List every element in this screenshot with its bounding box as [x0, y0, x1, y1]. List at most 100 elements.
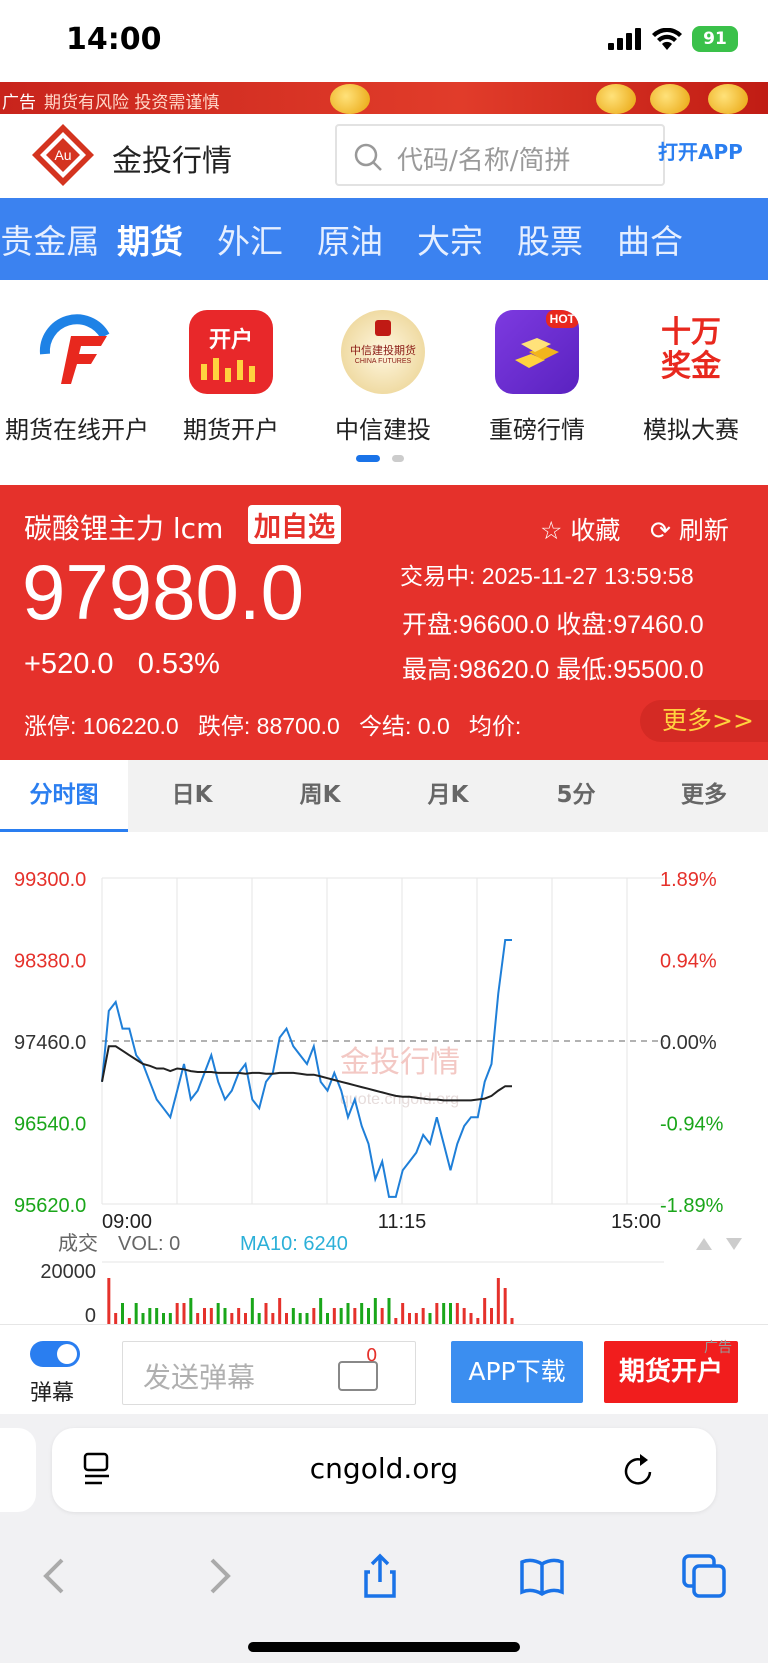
- svg-text:Au: Au: [54, 147, 71, 163]
- category-nav: 贵金属 期货 外汇 原油 大宗 股票 曲合: [0, 198, 768, 280]
- volume-bar: [230, 1313, 234, 1324]
- contract-name: 碳酸锂主力 lcm: [24, 512, 224, 545]
- cat-more[interactable]: 曲合: [600, 215, 700, 263]
- shortcut-hot-quotes[interactable]: HOT 重磅行情: [460, 310, 614, 445]
- volume-bar: [250, 1298, 254, 1324]
- volume-bar: [421, 1308, 425, 1324]
- pager-dot-active[interactable]: [356, 455, 380, 462]
- citic-futures-icon: 中信建投期货 CHINA FUTURES: [341, 310, 425, 394]
- favorite-button[interactable]: ☆ 收藏: [540, 511, 620, 547]
- shortcut-label: 重磅行情: [489, 416, 585, 444]
- volume-bar: [319, 1298, 323, 1324]
- volume-bar: [189, 1298, 193, 1324]
- ad-banner[interactable]: 广告 期货有风险 投资需谨慎: [0, 82, 768, 114]
- volume-bar: [339, 1308, 343, 1324]
- shortcut-simulation-contest[interactable]: 十万 奖金 模拟大赛: [614, 310, 768, 445]
- volume-bar: [483, 1298, 487, 1324]
- cat-crude-oil[interactable]: 原油: [300, 215, 400, 263]
- volume-bar: [435, 1303, 439, 1324]
- status-time: 14:00: [66, 22, 162, 57]
- gold-bars-icon: HOT: [495, 310, 579, 394]
- prize-icon: 十万 奖金: [649, 310, 733, 394]
- volume-bar: [380, 1308, 384, 1324]
- home-indicator: [248, 1642, 520, 1652]
- intraday-chart[interactable]: 金投行情 quote.cngold.org 99300.0 98380.0 97460.…: [0, 832, 768, 1327]
- shortcut-futures-account[interactable]: 开户 期货开户: [154, 310, 308, 445]
- volume-bar: [278, 1298, 282, 1324]
- previous-tab[interactable]: [0, 1428, 36, 1512]
- refresh-button[interactable]: ⟳ 刷新: [650, 511, 729, 547]
- app-download-button[interactable]: APP下载: [451, 1341, 583, 1403]
- shortcut-futures-online[interactable]: 期货在线开户: [0, 310, 154, 445]
- add-watchlist-button[interactable]: 加自选: [248, 505, 341, 544]
- pager-dot[interactable]: [392, 455, 404, 462]
- browser-nav: [0, 1532, 768, 1612]
- tab-5min[interactable]: 5分: [512, 760, 640, 832]
- tab-daily-k[interactable]: 日K: [128, 760, 256, 832]
- volume-bar: [503, 1288, 507, 1324]
- volume-bar: [414, 1313, 418, 1324]
- tab-intraday[interactable]: 分时图: [0, 760, 128, 832]
- tab-more[interactable]: 更多: [640, 760, 768, 832]
- volume-bar: [168, 1313, 172, 1324]
- cat-precious-metals[interactable]: 贵金属: [0, 215, 100, 263]
- coin-icon: [708, 84, 748, 114]
- chart-watermark: 金投行情: [340, 1045, 460, 1080]
- volume-bar: [155, 1308, 159, 1324]
- cngold-logo-icon[interactable]: Au: [30, 122, 96, 188]
- x-tick-label: 11:15: [378, 1211, 427, 1233]
- scroll-up-icon: [696, 1238, 712, 1250]
- y-tick-label-pct: 1.89%: [660, 869, 717, 891]
- ma10-text: MA10: 6240: [240, 1233, 348, 1255]
- volume-bar: [162, 1313, 165, 1324]
- volume-bar: [134, 1303, 138, 1324]
- price-change: +520.0 0.53%: [24, 648, 220, 680]
- tab-monthly-k[interactable]: 月K: [384, 760, 512, 832]
- bookmarks-icon[interactable]: [518, 1552, 566, 1600]
- volume-bar: [496, 1278, 500, 1324]
- ad-tag: 广告: [704, 1340, 732, 1356]
- shortcut-carousel: 期货在线开户 开户 期货开户 中信建投期货 CHINA FUTURES 中信建投…: [0, 280, 768, 485]
- address-bar[interactable]: cngold.org: [52, 1428, 716, 1512]
- search-input[interactable]: 代码/名称/简拼: [335, 124, 665, 186]
- open-app-button[interactable]: 打开APP: [658, 136, 743, 165]
- share-icon[interactable]: [356, 1552, 404, 1600]
- cat-commodities[interactable]: 大宗: [400, 215, 500, 263]
- chart-svg: 金投行情quote.cngold.org99300.098380.097460.…: [14, 869, 742, 1327]
- back-icon[interactable]: [30, 1552, 78, 1600]
- last-price: 97980.0: [22, 548, 304, 636]
- x-tick-label: 15:00: [611, 1211, 661, 1233]
- more-button[interactable]: 更多>>: [640, 700, 768, 742]
- status-bar: 14:00 91: [0, 0, 768, 82]
- volume-bar: [223, 1308, 227, 1324]
- danmu-toggle[interactable]: [30, 1341, 80, 1367]
- open-close: 开盘:96600.0 收盘:97460.0: [402, 611, 704, 639]
- tab-weekly-k[interactable]: 周K: [256, 760, 384, 832]
- volume-label: 成交: [58, 1231, 98, 1255]
- site-name: 金投行情: [112, 144, 232, 179]
- y-tick-label-pct: 0.00%: [660, 1032, 717, 1054]
- tabs-icon[interactable]: [680, 1552, 728, 1600]
- vol-text: VOL: 0: [118, 1233, 180, 1255]
- forward-icon[interactable]: [196, 1552, 244, 1600]
- vol-tick-label: 20000: [40, 1261, 96, 1283]
- cat-stocks[interactable]: 股票: [500, 215, 600, 263]
- shortcut-citic[interactable]: 中信建投期货 CHINA FUTURES 中信建投: [306, 310, 460, 445]
- coin-icon: [596, 84, 636, 114]
- volume-bar: [312, 1308, 316, 1324]
- high-low: 最高:98620.0 最低:95500.0: [402, 656, 704, 684]
- shortcut-label: 模拟大赛: [643, 416, 739, 444]
- volume-bar: [107, 1278, 111, 1324]
- y-tick-label: 98380.0: [14, 951, 86, 973]
- futures-online-account-icon: [35, 310, 119, 394]
- y-tick-label-pct: -0.94%: [660, 1114, 724, 1136]
- chart-tabs: 分时图 日K 周K 月K 5分 更多: [0, 760, 768, 832]
- cat-futures[interactable]: 期货: [100, 215, 200, 263]
- y-tick-label: 96540.0: [14, 1114, 86, 1136]
- cat-forex[interactable]: 外汇: [200, 215, 300, 263]
- volume-bar: [326, 1313, 329, 1324]
- reload-icon[interactable]: [622, 1452, 656, 1488]
- volume-bar: [353, 1308, 357, 1324]
- volume-bar: [346, 1303, 350, 1324]
- battery-icon: 91: [692, 26, 738, 52]
